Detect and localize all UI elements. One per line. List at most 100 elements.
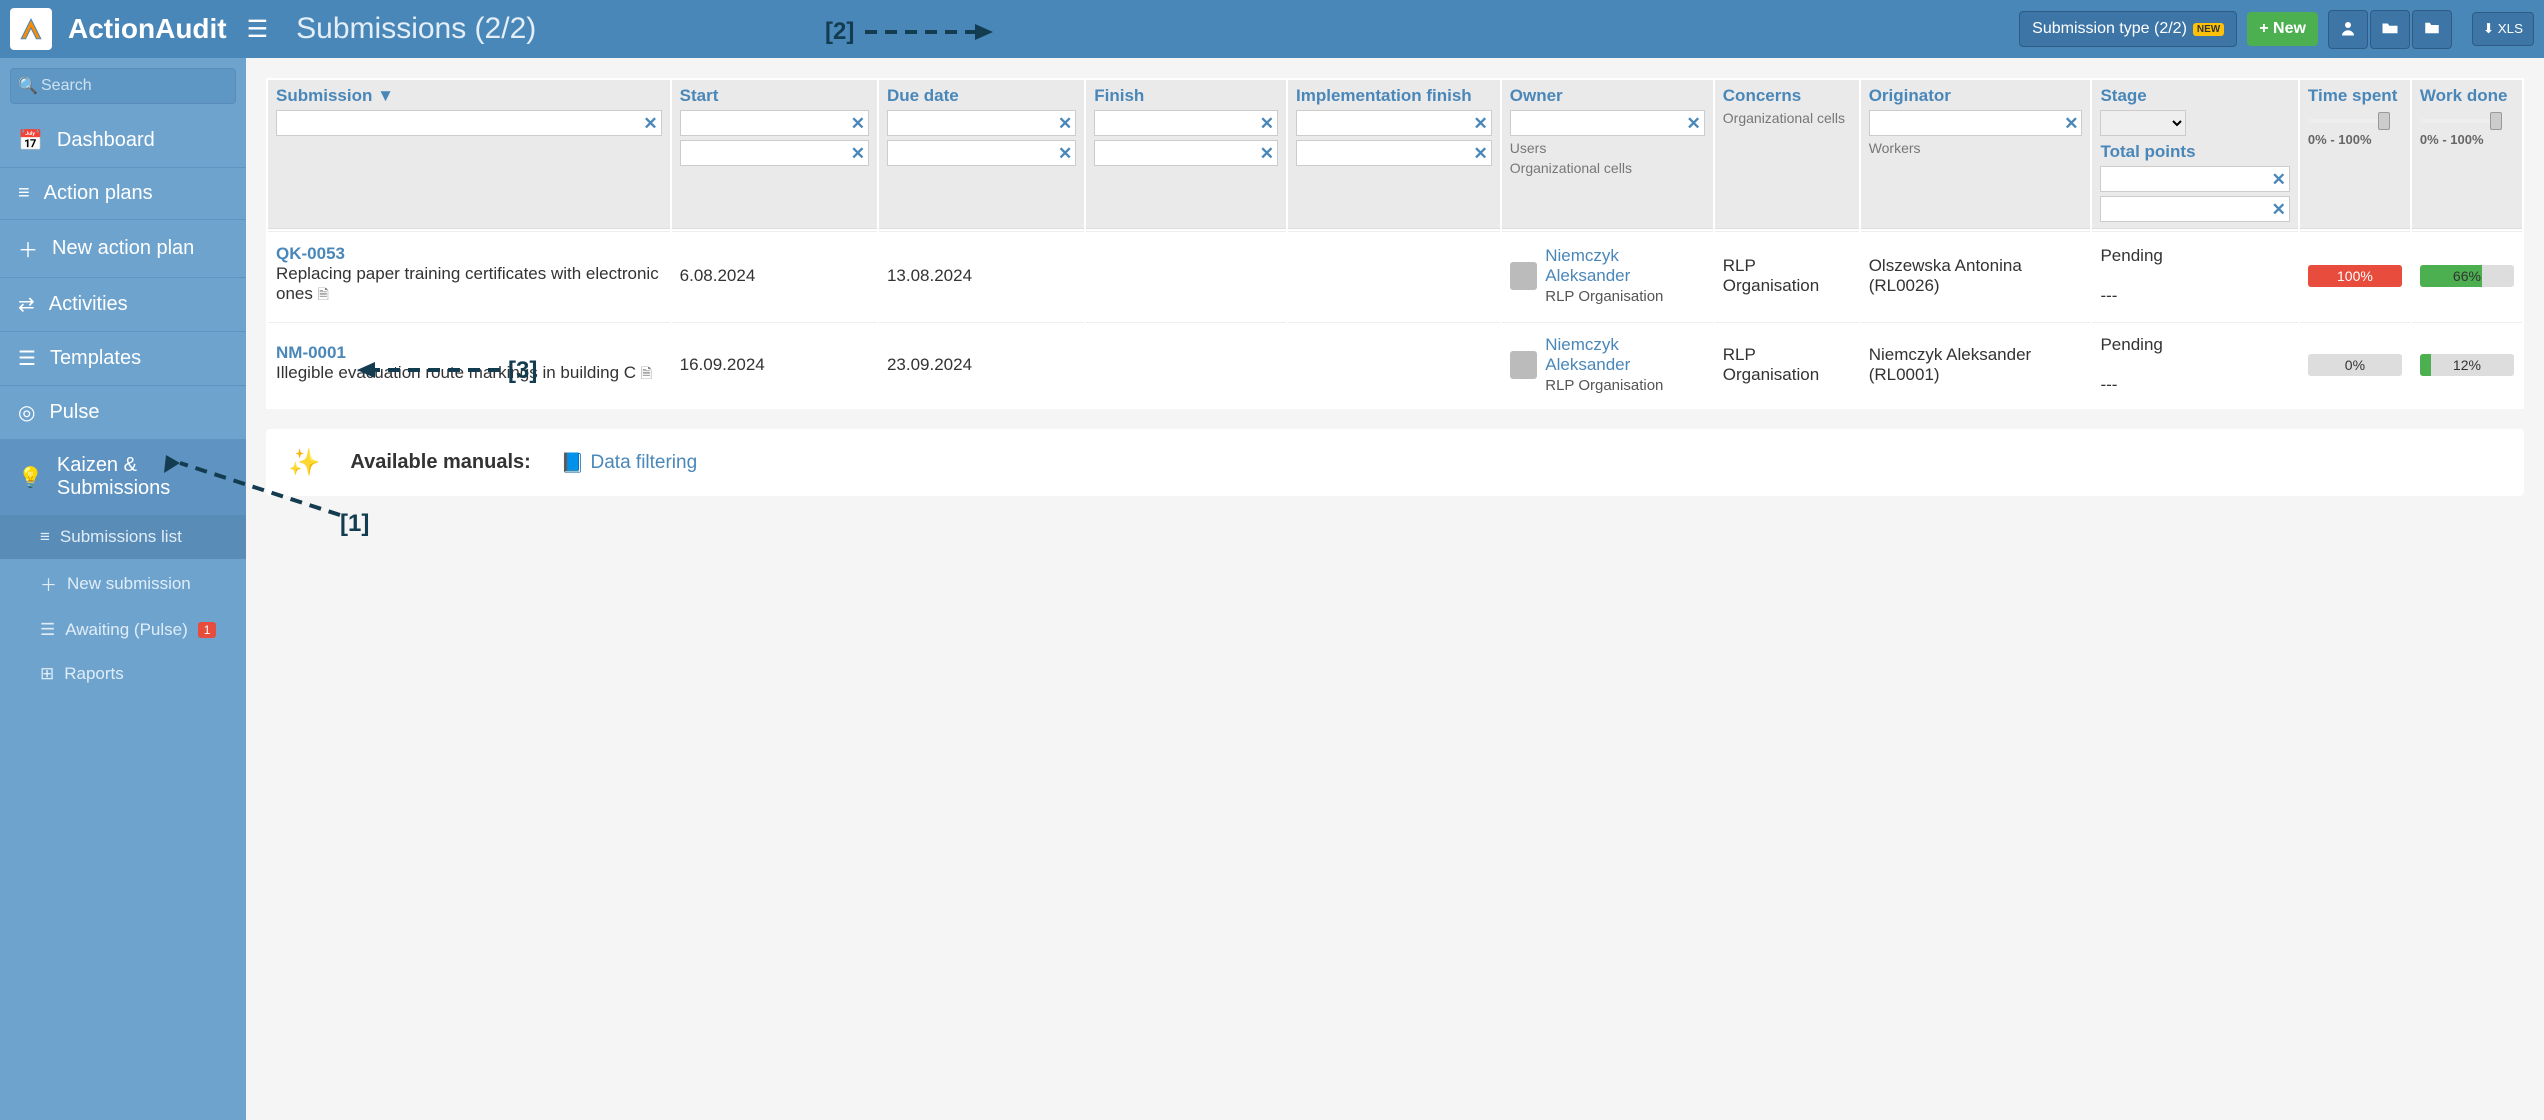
clear-icon[interactable]: ✕ — [1260, 114, 1274, 134]
cell-stage: Pending — [2100, 335, 2162, 354]
sidebar-sub-new-submission[interactable]: ＋New submission — [0, 559, 246, 608]
slider-work[interactable] — [2420, 119, 2490, 123]
filter-start-to[interactable] — [680, 140, 869, 166]
sidebar-item-new-action-plan[interactable]: ＋New action plan — [0, 220, 246, 278]
col-time-spent[interactable]: Time spent 0% - 100% — [2300, 80, 2410, 229]
list-icon: ≡ — [18, 182, 30, 205]
col-originator[interactable]: Originator ✕ Workers — [1861, 80, 2091, 229]
col-work-done[interactable]: Work done 0% - 100% — [2412, 80, 2522, 229]
work-done-bar: 66% — [2420, 265, 2514, 287]
clear-icon[interactable]: ✕ — [2272, 200, 2286, 220]
sidebar-label: Pulse — [49, 401, 99, 424]
toolbar-icon-group — [2328, 10, 2452, 49]
document-icon: 🗎 — [641, 365, 652, 381]
annotation-2: [2] — [825, 18, 854, 46]
clear-icon[interactable]: ✕ — [2064, 114, 2078, 134]
book-icon: 📘 — [561, 451, 585, 475]
col-submission[interactable]: Submission ▼ ✕ — [268, 80, 670, 229]
work-done-bar: 12% — [2420, 354, 2514, 376]
cell-due: 23.09.2024 — [879, 322, 1084, 407]
user-icon-button[interactable] — [2328, 10, 2368, 49]
col-finish[interactable]: Finish ✕ ✕ — [1086, 80, 1286, 229]
sidebar: 🔍 📅Dashboard≡Action plans＋New action pla… — [0, 58, 246, 1120]
filter-start-from[interactable] — [680, 110, 869, 136]
submission-desc: Replacing paper training certificates wi… — [276, 264, 659, 303]
owner-org: RLP Organisation — [1545, 377, 1663, 394]
folder-icon-button[interactable] — [2412, 10, 2452, 49]
filter-finish-to[interactable] — [1094, 140, 1278, 166]
owner-link[interactable]: Niemczyk Aleksander — [1545, 335, 1630, 374]
hamburger-icon[interactable]: ☰ — [247, 15, 269, 44]
clear-icon[interactable]: ✕ — [643, 114, 657, 134]
sidebar-item-templates[interactable]: ☰Templates — [0, 332, 246, 386]
sidebar-label: Action plans — [44, 182, 153, 205]
sidebar-sub-label: Raports — [64, 664, 124, 684]
sidebar-label: New action plan — [52, 237, 194, 260]
col-owner[interactable]: Owner ✕ Users Organizational cells — [1502, 80, 1713, 229]
sidebar-item-action-plans[interactable]: ≡ Action plans — [0, 168, 246, 220]
plus-icon: ＋ — [40, 571, 57, 596]
submission-id-link[interactable]: QK-0053 — [276, 244, 345, 263]
table-row: QK-0053Replacing paper training certific… — [268, 231, 2522, 320]
bars-icon: ☰ — [40, 620, 55, 640]
wand-icon: ✨ — [288, 447, 320, 478]
search-box: 🔍 — [10, 68, 236, 104]
new-button[interactable]: + New — [2247, 12, 2318, 46]
clear-icon[interactable]: ✕ — [1058, 144, 1072, 164]
cell-start: 6.08.2024 — [672, 231, 877, 320]
filter-due-from[interactable] — [887, 110, 1076, 136]
cell-finish — [1086, 231, 1286, 320]
filter-points-from[interactable] — [2100, 166, 2289, 192]
col-start[interactable]: Start ✕ ✕ — [672, 80, 877, 229]
time-spent-bar: 0% — [2308, 354, 2402, 376]
cell-concerns: RLP Organisation — [1715, 231, 1859, 320]
submission-type-label: Submission type (2/2) — [2032, 20, 2187, 38]
col-concerns[interactable]: Concerns Organizational cells — [1715, 80, 1859, 229]
filter-points-to[interactable] — [2100, 196, 2289, 222]
clear-icon[interactable]: ✕ — [1687, 114, 1701, 134]
filter-implfinish-to[interactable] — [1296, 140, 1492, 166]
filter-stage[interactable] — [2100, 110, 2186, 136]
cell-originator: Olszewska Antonina (RL0026) — [1861, 231, 2091, 320]
sidebar-sub-submissions-list[interactable]: ≡Submissions list — [0, 515, 246, 559]
submission-id-link[interactable]: NM-0001 — [276, 343, 346, 362]
filter-due-to[interactable] — [887, 140, 1076, 166]
sidebar-item-dashboard[interactable]: 📅Dashboard — [0, 114, 246, 168]
filter-implfinish-from[interactable] — [1296, 110, 1492, 136]
sidebar-item-pulse[interactable]: ◎Pulse — [0, 386, 246, 440]
filter-originator[interactable] — [1869, 110, 2083, 136]
filter-submission[interactable] — [276, 110, 662, 136]
sidebar-item-activities[interactable]: ⇄ Activities — [0, 278, 246, 332]
filter-finish-from[interactable] — [1094, 110, 1278, 136]
submission-type-button[interactable]: Submission type (2/2) NEW — [2019, 11, 2237, 47]
col-stage[interactable]: Stage Total points ✕ ✕ — [2092, 80, 2297, 229]
search-input[interactable] — [10, 68, 236, 104]
clear-icon[interactable]: ✕ — [1260, 144, 1274, 164]
sidebar-sub-awaiting-pulse-[interactable]: ☰Awaiting (Pulse)1 — [0, 608, 246, 652]
xls-export-button[interactable]: ⬇ XLS — [2472, 12, 2534, 46]
clear-icon[interactable]: ✕ — [2272, 170, 2286, 190]
data-filtering-link[interactable]: 📘 Data filtering — [561, 451, 697, 475]
clear-icon[interactable]: ✕ — [1474, 114, 1488, 134]
download-icon: ⬇ — [2483, 21, 2494, 36]
clear-icon[interactable]: ✕ — [851, 144, 865, 164]
manuals-title: Available manuals: — [350, 451, 530, 474]
sidebar-label: Kaizen & Submissions — [57, 454, 228, 500]
new-badge: NEW — [2193, 23, 2224, 36]
filter-owner[interactable] — [1510, 110, 1705, 136]
cell-impl-finish — [1288, 322, 1500, 407]
col-impl-finish[interactable]: Implementation finish ✕ ✕ — [1288, 80, 1500, 229]
folder-open-icon-button[interactable] — [2370, 10, 2410, 49]
clear-icon[interactable]: ✕ — [851, 114, 865, 134]
sidebar-label: Activities — [49, 293, 128, 316]
clear-icon[interactable]: ✕ — [1058, 114, 1072, 134]
sliders-icon: ⇄ — [18, 292, 35, 317]
slider-time[interactable] — [2308, 119, 2378, 123]
owner-link[interactable]: Niemczyk Aleksander — [1545, 246, 1630, 285]
brand-name: ActionAudit — [68, 13, 227, 45]
col-due[interactable]: Due date ✕ ✕ — [879, 80, 1084, 229]
sidebar-item-kaizen-submissions[interactable]: 💡Kaizen & Submissions — [0, 440, 246, 515]
clear-icon[interactable]: ✕ — [1474, 144, 1488, 164]
sidebar-sub-raports[interactable]: ⊞Raports — [0, 652, 246, 696]
list-icon: ≡ — [40, 527, 50, 547]
